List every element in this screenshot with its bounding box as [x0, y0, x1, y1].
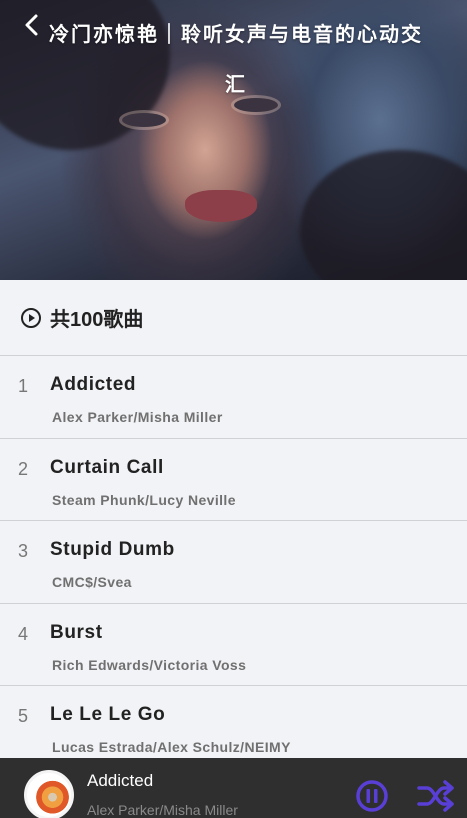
song-index: 1: [18, 376, 29, 396]
song-index: 2: [18, 458, 29, 479]
song-index: 3: [18, 541, 29, 561]
playlist-count-row[interactable]: 共100歌曲: [0, 280, 467, 355]
playlist-cover: 冷门亦惊艳｜聆听女声与电音的心动交汇: [0, 0, 467, 280]
cover-lips-shape: [185, 190, 257, 222]
now-playing-artist: Alex Parker/Misha Miller: [87, 802, 238, 818]
song-title: Curtain Call: [50, 456, 164, 478]
song-artist: Lucas Estrada/Alex Schulz/NEIMY: [52, 739, 291, 755]
song-artist: Rich Edwards/Victoria Voss: [52, 656, 247, 673]
song-artist: Alex Parker/Misha Miller: [52, 409, 223, 425]
chevron-left-icon[interactable]: [22, 12, 42, 38]
list-item[interactable]: 1 Addicted Alex Parker/Misha Miller: [0, 355, 467, 438]
page-title: 冷门亦惊艳｜聆听女声与电音的心动交汇: [49, 24, 423, 96]
list-item[interactable]: 2 Curtain Call Steam Phunk/Lucy Neville: [0, 437, 467, 521]
song-count: 共100歌曲: [50, 309, 144, 331]
song-artist: CMC$/Svea: [52, 574, 132, 590]
song-title: Burst: [50, 621, 103, 643]
song-list: 1 Addicted Alex Parker/Misha Miller 2 Cu…: [0, 355, 467, 768]
list-item[interactable]: 3 Stupid Dumb CMC$/Svea: [0, 520, 467, 603]
now-playing-title: Addicted: [87, 771, 154, 790]
song-artist: Steam Phunk/Lucy Neville: [52, 491, 236, 508]
cover-hair-shape: [300, 150, 467, 280]
list-item[interactable]: 5 Le Le Le Go Lucas Estrada/Alex Schulz/…: [0, 685, 467, 768]
song-title: Addicted: [50, 374, 137, 395]
list-item[interactable]: 4 Burst Rich Edwards/Victoria Voss: [0, 602, 467, 686]
album-art-disc[interactable]: [24, 770, 74, 818]
song-title: Stupid Dumb: [50, 539, 175, 560]
pause-circle-icon[interactable]: [355, 779, 389, 813]
mini-player[interactable]: Addicted Alex Parker/Misha Miller: [0, 758, 467, 818]
play-circle-icon: [21, 307, 41, 328]
song-index: 4: [18, 623, 29, 644]
cover-eye-shape: [122, 113, 166, 127]
shuffle-icon[interactable]: [416, 780, 456, 812]
song-title: Le Le Le Go: [50, 704, 166, 725]
song-index: 5: [18, 706, 29, 726]
